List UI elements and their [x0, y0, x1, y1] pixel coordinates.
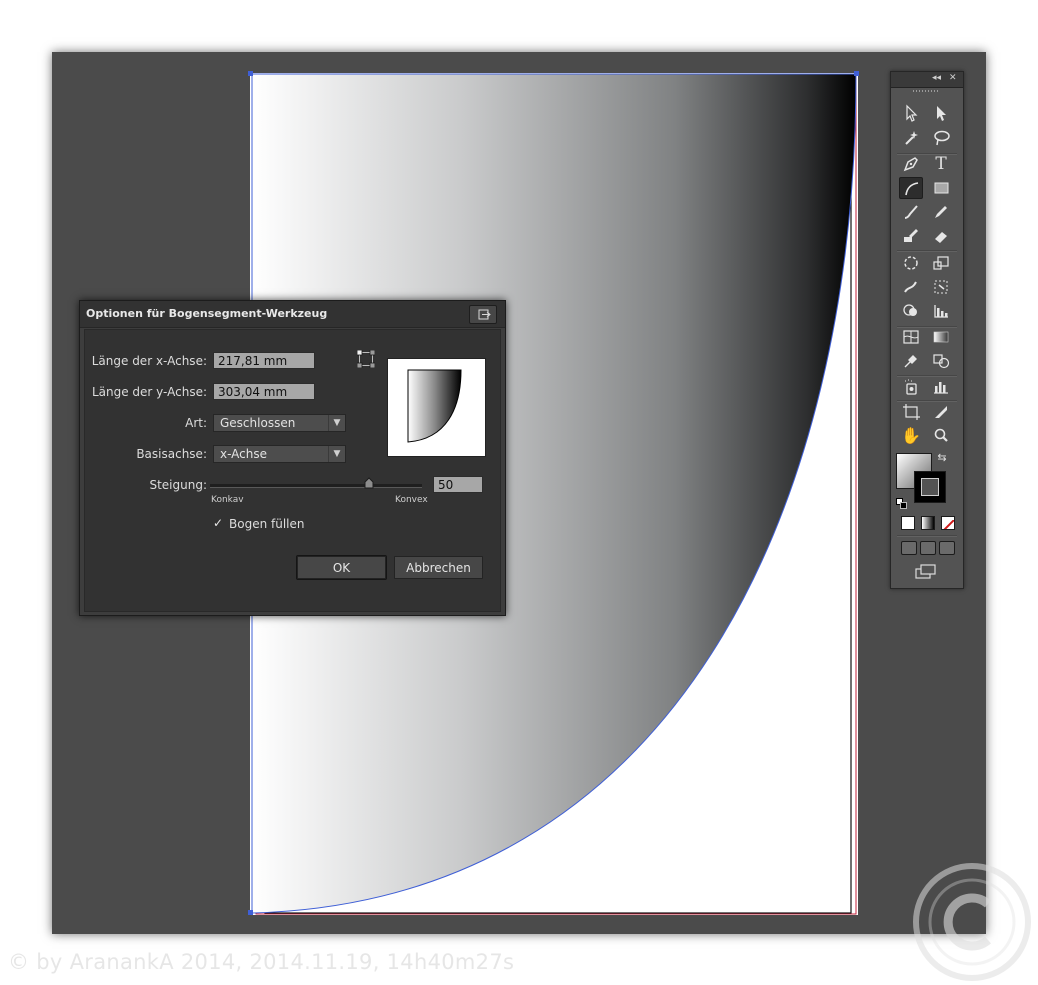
- eyedropper-tool-icon[interactable]: [899, 350, 923, 372]
- hand-tool-icon[interactable]: ✋: [899, 425, 923, 447]
- artboard-tool-icon[interactable]: [899, 401, 923, 423]
- dialog-menu-button[interactable]: [469, 305, 497, 324]
- rectangle-tool-icon[interactable]: [929, 177, 953, 199]
- chevron-down-icon: ▼: [328, 415, 345, 431]
- pen-tool-icon[interactable]: [899, 153, 923, 175]
- scale-tool-icon[interactable]: [929, 252, 953, 274]
- slope-label: Steigung:: [149, 478, 207, 492]
- x-length-field[interactable]: 217,81 mm: [213, 352, 315, 369]
- reference-point-locator-icon[interactable]: [356, 349, 376, 369]
- warp-tool-icon[interactable]: [899, 276, 923, 298]
- fill-arc-label[interactable]: Bogen füllen: [229, 517, 304, 531]
- arc-tool-icon[interactable]: [899, 177, 923, 199]
- type-tool-icon[interactable]: T: [929, 153, 953, 175]
- double-chevron-left-icon[interactable]: ◂◂: [932, 73, 941, 83]
- slope-slider-thumb[interactable]: [364, 477, 374, 489]
- draw-normal-icon[interactable]: [901, 541, 917, 555]
- none-icon[interactable]: [941, 516, 955, 530]
- draw-inside-icon[interactable]: [939, 541, 955, 555]
- fill-arc-checkbox[interactable]: ✓: [213, 517, 226, 530]
- swap-fill-stroke-icon[interactable]: ⇆: [933, 450, 951, 466]
- anchor-point: [248, 910, 253, 915]
- close-icon[interactable]: ✕: [949, 73, 957, 83]
- tools-panel-header[interactable]: ◂◂ ✕: [891, 72, 963, 88]
- direct-selection-tool-icon[interactable]: [929, 102, 953, 124]
- dialog-title-bar[interactable]: Optionen für Bogensegment-Werkzeug: [80, 301, 505, 328]
- checkmark-icon: ✓: [213, 516, 224, 530]
- selection-tool-icon[interactable]: [899, 102, 923, 124]
- panel-menu-icon: [478, 309, 491, 320]
- dialog-title: Optionen für Bogensegment-Werkzeug: [86, 307, 328, 320]
- blob-brush-tool-icon[interactable]: [899, 225, 923, 247]
- zoom-tool-icon[interactable]: [929, 425, 953, 447]
- dialog-body: Länge der x-Achse: 217,81 mm Länge der y…: [84, 329, 501, 612]
- slope-slider-track[interactable]: [210, 484, 422, 488]
- x-length-label: Länge der x-Achse:: [91, 354, 207, 368]
- default-fill-stroke-icon[interactable]: [896, 494, 907, 509]
- arc-segment-options-dialog: Optionen für Bogensegment-Werkzeug Länge…: [79, 300, 506, 616]
- paintbrush-tool-icon[interactable]: [899, 201, 923, 223]
- ok-button[interactable]: OK: [296, 555, 387, 580]
- type-select-value: Geschlossen: [220, 416, 296, 430]
- anchor-point: [854, 71, 859, 76]
- stroke-swatch[interactable]: [914, 471, 946, 503]
- eraser-tool-icon[interactable]: [929, 225, 953, 247]
- magic-wand-tool-icon[interactable]: [899, 127, 923, 149]
- tools-panel: ◂◂ ✕ T ✋ ⇆: [890, 71, 964, 589]
- cancel-button[interactable]: Abbrechen: [394, 556, 483, 579]
- base-axis-label: Basisachse:: [136, 447, 207, 461]
- anchor-point: [248, 71, 253, 76]
- type-select[interactable]: Geschlossen ▼: [213, 414, 346, 432]
- convex-label: Konvex: [395, 495, 428, 505]
- tools-panel-grip[interactable]: [913, 90, 939, 92]
- color-icon[interactable]: [901, 516, 915, 530]
- screen-mode-icon[interactable]: [915, 564, 937, 584]
- pencil-tool-icon[interactable]: [929, 201, 953, 223]
- slope-field[interactable]: 50: [433, 476, 483, 493]
- free-transform-tool-icon[interactable]: [929, 276, 953, 298]
- slice-tool-icon[interactable]: [929, 401, 953, 423]
- arc-preview: [387, 358, 486, 457]
- draw-behind-icon[interactable]: [920, 541, 936, 555]
- mesh-tool-icon[interactable]: [899, 326, 923, 348]
- base-axis-select-value: x-Achse: [220, 447, 268, 461]
- column-graph-tool-icon[interactable]: [929, 376, 953, 398]
- base-axis-select[interactable]: x-Achse ▼: [213, 445, 346, 463]
- y-length-field[interactable]: 303,04 mm: [213, 383, 315, 400]
- lasso-tool-icon[interactable]: [929, 127, 953, 149]
- watermark-text: © by AranankA 2014, 2014.11.19, 14h40m27…: [8, 950, 515, 974]
- y-length-label: Länge der y-Achse:: [91, 385, 207, 399]
- type-label: Art:: [185, 416, 207, 430]
- blend-tool-icon[interactable]: [929, 350, 953, 372]
- gradient-tool-icon[interactable]: [929, 326, 953, 348]
- concave-label: Konkav: [211, 495, 244, 505]
- tool-separator: [897, 535, 957, 537]
- symbol-sprayer-tool-icon[interactable]: [899, 376, 923, 398]
- gradient-mode-icon[interactable]: [921, 516, 935, 530]
- graph-tool-icon[interactable]: [929, 300, 953, 322]
- rotate-tool-icon[interactable]: [899, 252, 923, 274]
- shape-builder-tool-icon[interactable]: [899, 300, 923, 322]
- copyright-watermark-icon: [913, 863, 1031, 981]
- chevron-down-icon: ▼: [328, 446, 345, 462]
